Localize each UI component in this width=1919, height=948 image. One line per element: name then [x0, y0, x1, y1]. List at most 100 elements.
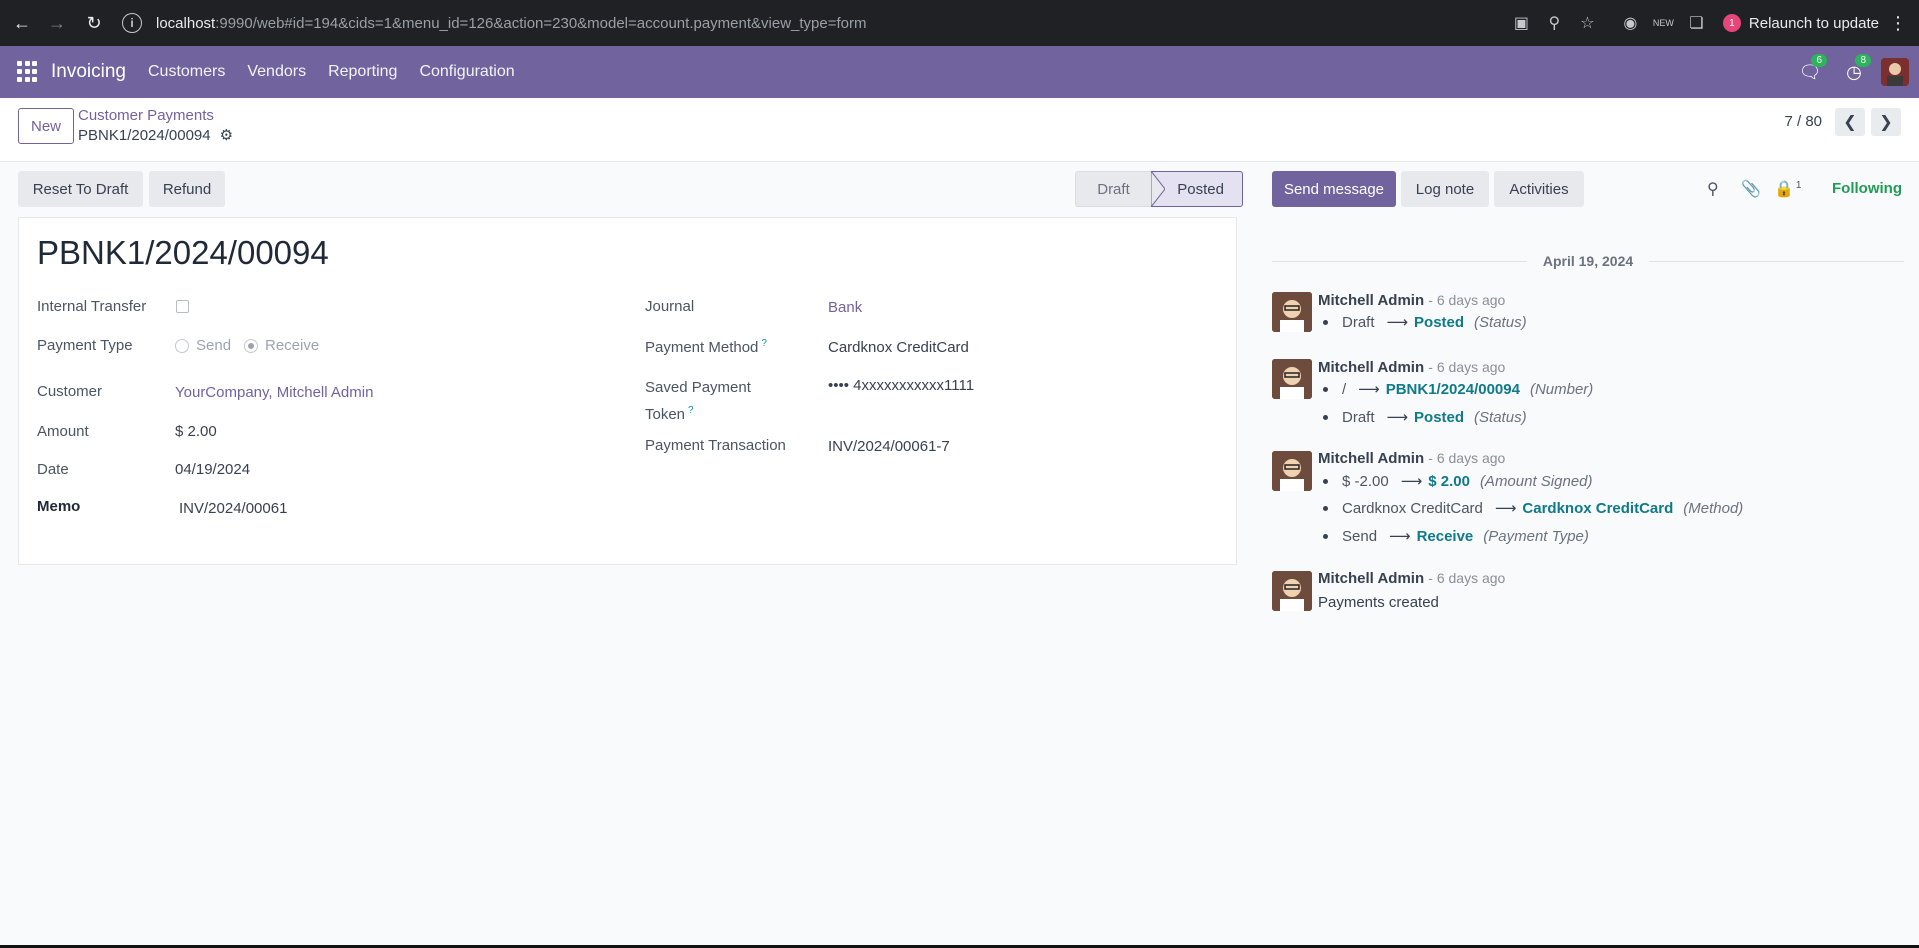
- refund-button[interactable]: Refund: [149, 171, 225, 207]
- message-author-name: Mitchell Admin: [1318, 570, 1425, 587]
- menu-reporting[interactable]: Reporting: [328, 63, 397, 81]
- breadcrumb-parent[interactable]: Customer Payments: [78, 107, 214, 124]
- avatar[interactable]: [1272, 359, 1312, 399]
- message-time: - 6 days ago: [1428, 292, 1506, 308]
- pager-previous-icon[interactable]: ❮: [1835, 108, 1865, 136]
- tracking-value: $ -2.00 ⟶ $ 2.00 (Amount Signed): [1323, 472, 1593, 490]
- payment-method-label-text: Payment Method: [645, 339, 759, 356]
- relaunch-button[interactable]: Relaunch to update ⋮: [1749, 13, 1907, 34]
- date-label: Date: [37, 461, 69, 478]
- tracking-field: (Payment Type): [1483, 527, 1589, 545]
- amount-value: $ 2.00: [175, 423, 217, 440]
- following-button[interactable]: Following: [1832, 180, 1902, 197]
- message-author[interactable]: Mitchell Admin - 6 days ago: [1318, 292, 1505, 309]
- journal-label: Journal: [645, 298, 695, 315]
- pager-next-icon[interactable]: ❯: [1871, 108, 1901, 136]
- payment-method-label: Payment Method?: [645, 338, 767, 356]
- search-icon[interactable]: ⚲: [1707, 179, 1719, 199]
- address-bar[interactable]: i localhost:9990/web#id=194&cids=1&menu_…: [122, 7, 866, 39]
- memo-value[interactable]: INV/2024/00061: [179, 500, 287, 517]
- tracking-new: Posted: [1414, 408, 1465, 426]
- message-body: Payments created: [1318, 594, 1439, 611]
- gear-icon[interactable]: ⚙: [220, 126, 233, 144]
- user-avatar[interactable]: [1881, 58, 1909, 86]
- app-title[interactable]: Invoicing: [51, 61, 126, 83]
- saved-token-label-line2: Token: [645, 406, 686, 423]
- avatar[interactable]: [1272, 292, 1312, 332]
- tracking-field: (Number): [1529, 380, 1594, 398]
- amount-label: Amount: [37, 423, 89, 440]
- install-app-icon[interactable]: ▣: [1505, 13, 1538, 33]
- memo-label: Memo: [37, 498, 81, 515]
- status-chevron-icon: [1151, 171, 1165, 207]
- zoom-icon[interactable]: ⚲: [1538, 13, 1571, 33]
- arrow-right-icon: ⟶: [1386, 314, 1409, 331]
- send-message-button[interactable]: Send message: [1272, 171, 1396, 207]
- profile-avatar[interactable]: 1: [1722, 14, 1741, 32]
- tracking-new: Receive: [1416, 527, 1474, 545]
- status-posted[interactable]: Posted: [1151, 171, 1243, 207]
- help-icon[interactable]: ?: [761, 338, 767, 349]
- log-note-button[interactable]: Log note: [1401, 171, 1489, 207]
- help-icon[interactable]: ?: [688, 405, 694, 416]
- tracking-new: Cardknox CreditCard: [1522, 499, 1674, 517]
- breadcrumb-current-label: PBNK1/2024/00094: [78, 126, 211, 144]
- tracking-field: (Amount Signed): [1479, 472, 1593, 490]
- tracking-old: Send: [1342, 527, 1378, 545]
- tracking-old: Draft: [1342, 408, 1375, 426]
- journal-value[interactable]: Bank: [828, 299, 862, 316]
- arrow-right-icon: ⟶: [1389, 528, 1411, 545]
- payment-type-send-radio[interactable]: [175, 339, 189, 353]
- reset-to-draft-button[interactable]: Reset To Draft: [18, 171, 143, 207]
- menu-vendors[interactable]: Vendors: [247, 63, 306, 81]
- extension-new-icon[interactable]: NEW: [1647, 18, 1680, 28]
- pager-value[interactable]: 7 / 80: [1784, 113, 1822, 130]
- messages-badge: 6: [1811, 53, 1827, 67]
- extension-icon[interactable]: ◉: [1614, 13, 1647, 33]
- messages-button[interactable]: 🗨 6: [1791, 53, 1829, 83]
- breadcrumb-current: PBNK1/2024/00094 ⚙: [78, 126, 233, 145]
- activities-button[interactable]: ◷ 8: [1835, 53, 1873, 83]
- tracking-field: (Status): [1474, 313, 1527, 331]
- new-button[interactable]: New: [18, 108, 74, 144]
- message-author-name: Mitchell Admin: [1318, 450, 1425, 467]
- payment-transaction-label: Payment Transaction: [645, 437, 786, 454]
- tracking-new: Posted: [1414, 313, 1465, 331]
- bookmark-star-icon[interactable]: ☆: [1571, 13, 1604, 33]
- tracking-value: Draft ⟶ Posted (Status): [1323, 313, 1527, 331]
- activities-badge: 8: [1855, 53, 1871, 67]
- message-time: - 6 days ago: [1428, 450, 1506, 466]
- tracking-old: /: [1342, 380, 1347, 398]
- internal-transfer-checkbox[interactable]: [176, 300, 189, 313]
- activities-button[interactable]: Activities: [1494, 171, 1584, 207]
- back-icon[interactable]: ←: [4, 5, 40, 41]
- date-value: 04/19/2024: [175, 461, 251, 478]
- avatar[interactable]: [1272, 451, 1312, 491]
- followers-count: 1: [1795, 179, 1802, 191]
- message-author[interactable]: Mitchell Admin - 6 days ago: [1318, 359, 1505, 376]
- browser-toolbar: ← → ↻ i localhost:9990/web#id=194&cids=1…: [0, 0, 1919, 46]
- attachment-icon[interactable]: 📎: [1741, 179, 1761, 199]
- arrow-right-icon: ⟶: [1400, 473, 1423, 490]
- tracking-value: Send ⟶ Receive (Payment Type): [1323, 527, 1589, 545]
- form-sheet: PBNK1/2024/00094 Internal Transfer Payme…: [18, 217, 1237, 565]
- avatar[interactable]: [1272, 571, 1312, 611]
- kebab-menu-icon[interactable]: ⋮: [1889, 13, 1907, 34]
- extensions-puzzle-icon[interactable]: ❏: [1680, 13, 1713, 33]
- message-author[interactable]: Mitchell Admin - 6 days ago: [1318, 450, 1505, 467]
- apps-menu-icon[interactable]: [17, 61, 39, 83]
- message-author[interactable]: Mitchell Admin - 6 days ago: [1318, 570, 1505, 587]
- menu-customers[interactable]: Customers: [148, 63, 225, 81]
- payment-type-receive-radio[interactable]: [244, 339, 258, 353]
- reload-icon[interactable]: ↻: [76, 5, 112, 41]
- arrow-right-icon: ⟶: [1386, 409, 1409, 426]
- status-draft[interactable]: Draft: [1075, 171, 1151, 207]
- tracking-old: $ -2.00: [1342, 472, 1389, 490]
- followers-icon[interactable]: 🔒 1: [1774, 179, 1801, 199]
- customer-value[interactable]: YourCompany, Mitchell Admin: [175, 384, 373, 401]
- url-host: localhost: [156, 14, 216, 32]
- site-info-icon[interactable]: i: [122, 13, 142, 33]
- menu-configuration[interactable]: Configuration: [419, 63, 514, 81]
- forward-icon[interactable]: →: [39, 5, 75, 41]
- saved-token-label: Saved Payment Token?: [645, 376, 751, 426]
